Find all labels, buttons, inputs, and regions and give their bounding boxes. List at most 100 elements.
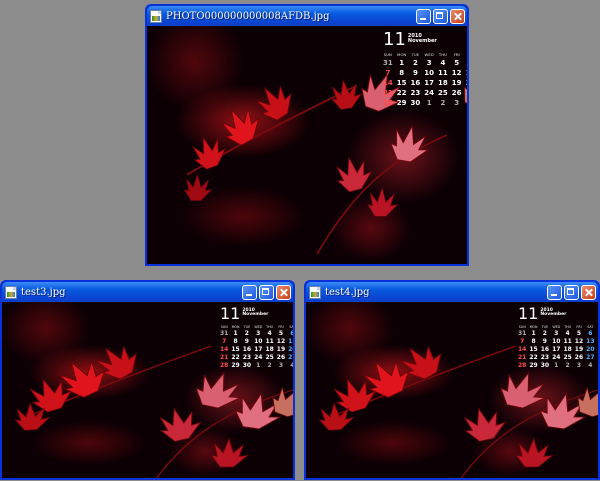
calendar-weekday-header: SUN xyxy=(220,324,228,329)
calendar-day: 13 xyxy=(466,69,468,77)
calendar-month-number: 11 xyxy=(220,303,241,323)
maximize-icon xyxy=(260,286,273,299)
window-title: test4.jpg xyxy=(325,286,370,298)
calendar-weekday-header: FRI xyxy=(278,324,284,329)
calendar-weekday-header: FRI xyxy=(576,324,582,329)
close-button[interactable] xyxy=(450,8,465,24)
title-bar[interactable]: test3.jpg xyxy=(2,282,293,302)
calendar-day: 5 xyxy=(278,329,284,337)
calendar-day: 12 xyxy=(574,337,584,345)
calendar-day: 13 xyxy=(288,337,293,345)
calendar-month-number: 11 xyxy=(518,303,539,323)
maximize-button[interactable] xyxy=(433,8,448,24)
calendar-day: 14 xyxy=(383,78,393,87)
calendar-day: 15 xyxy=(396,78,407,87)
calendar-weekday-header: SUN xyxy=(383,51,392,57)
calendar-day: 15 xyxy=(231,345,240,353)
calendar-day: 5 xyxy=(454,58,460,67)
calendar-overlay: 11 2010 November SUNMONTUEWEDTHUFRISAT31… xyxy=(220,303,293,369)
title-bar[interactable]: test4.jpg xyxy=(306,282,598,302)
calendar-weekday-header: WED xyxy=(552,324,561,329)
calendar-day: 3 xyxy=(256,329,261,337)
close-button[interactable] xyxy=(581,284,596,300)
minimize-button[interactable] xyxy=(416,8,431,24)
calendar-day: 28 xyxy=(220,361,229,369)
calendar-day: 17 xyxy=(254,345,263,353)
calendar-day: 25 xyxy=(265,353,274,361)
image-window-test4[interactable]: test4.jpg 11 2010 November SUN MON TUE W… xyxy=(304,280,600,480)
calendar-day: 7 xyxy=(385,68,391,77)
calendar-day: 20 xyxy=(288,345,293,353)
calendar-day: 6 xyxy=(466,59,468,67)
calendar-day: 29 xyxy=(231,361,240,369)
minimize-icon xyxy=(548,286,561,299)
maximize-button[interactable] xyxy=(259,284,274,300)
window-controls xyxy=(242,284,291,300)
calendar-weekday-header: MON xyxy=(397,51,407,57)
calendar-day: 8 xyxy=(399,68,405,77)
calendar-day: 2 xyxy=(244,329,249,337)
calendar-day: 3 xyxy=(278,361,284,369)
minimize-button[interactable] xyxy=(242,284,257,300)
calendar-day: 14 xyxy=(220,345,229,353)
calendar-day: 2 xyxy=(440,98,446,107)
calendar-day: 19 xyxy=(451,78,462,87)
maximize-icon xyxy=(565,286,578,299)
calendar-day: 21 xyxy=(220,353,229,361)
image-file-icon xyxy=(5,285,17,299)
calendar-day: 31 xyxy=(220,329,229,337)
calendar-day: 20 xyxy=(466,79,468,87)
calendar-day: 30 xyxy=(242,361,252,369)
calendar-day: 15 xyxy=(529,345,538,353)
calendar-day: 22 xyxy=(231,353,240,361)
image-view: 11 2010 November SUNMONTUEWEDTHUFRISAT31… xyxy=(306,302,598,478)
calendar-day: 4 xyxy=(290,361,293,369)
maximize-icon xyxy=(434,10,447,23)
calendar-day: 9 xyxy=(412,68,418,77)
calendar-day: 23 xyxy=(540,353,550,361)
maximize-button[interactable] xyxy=(564,284,579,300)
title-bar[interactable]: PHOTO000000000008AFDB.jpg xyxy=(147,6,467,26)
image-file-icon xyxy=(150,9,162,23)
calendar-day: 24 xyxy=(552,353,561,361)
calendar-day: 30 xyxy=(410,98,421,107)
calendar-month-name: November xyxy=(540,312,567,318)
calendar-day: 3 xyxy=(554,329,559,337)
calendar-overlay: 11 2010 November SUNMONTUEWEDTHUFRISAT31… xyxy=(383,30,467,107)
calendar-day: 2 xyxy=(542,329,547,337)
window-controls xyxy=(416,8,465,24)
image-window-test3[interactable]: test3.jpg 11 2010 November SUN MON TUE W… xyxy=(0,280,295,480)
calendar-day: 26 xyxy=(451,88,462,97)
close-button[interactable] xyxy=(276,284,291,300)
calendar-day: 4 xyxy=(565,329,570,337)
calendar-day: 12 xyxy=(276,337,286,345)
calendar-weekday-header: TUE xyxy=(243,324,251,329)
calendar-day: 31 xyxy=(518,329,527,337)
window-title: test3.jpg xyxy=(21,286,66,298)
minimize-button[interactable] xyxy=(547,284,562,300)
image-file-icon xyxy=(309,285,321,299)
calendar-day: 4 xyxy=(267,329,272,337)
calendar-day: 4 xyxy=(588,361,593,369)
calendar-day: 20 xyxy=(586,345,595,353)
calendar-day: 2 xyxy=(565,361,570,369)
calendar-day: 1 xyxy=(233,329,238,337)
calendar-day: 31 xyxy=(383,58,393,67)
calendar-day: 11 xyxy=(265,337,274,345)
calendar-grid: SUNMONTUEWEDTHUFRISAT3112345678910111213… xyxy=(220,325,293,369)
calendar-day: 10 xyxy=(254,337,263,345)
window-controls xyxy=(547,284,596,300)
calendar-day: 4 xyxy=(440,58,446,67)
calendar-weekday-header: SUN xyxy=(518,324,526,329)
calendar-day: 11 xyxy=(438,68,448,77)
calendar-day: 24 xyxy=(424,88,434,97)
calendar-overlay: 11 2010 November SUNMONTUEWEDTHUFRISAT31… xyxy=(518,303,595,369)
calendar-grid: SUNMONTUEWEDTHUFRISAT3112345678910111213… xyxy=(383,52,467,107)
image-window-photo[interactable]: PHOTO000000000008AFDB.jpg 11 2010 Novemb… xyxy=(145,4,469,266)
calendar-day: 21 xyxy=(383,88,393,97)
calendar-grid: SUNMONTUEWEDTHUFRISAT3112345678910111213… xyxy=(518,325,595,369)
image-view: 11 2010 November SUNMONTUEWEDTHUFRISAT31… xyxy=(2,302,293,478)
calendar-day: 22 xyxy=(396,88,407,97)
calendar-weekday-header: SAT xyxy=(289,324,293,329)
calendar-day: 18 xyxy=(438,78,448,87)
